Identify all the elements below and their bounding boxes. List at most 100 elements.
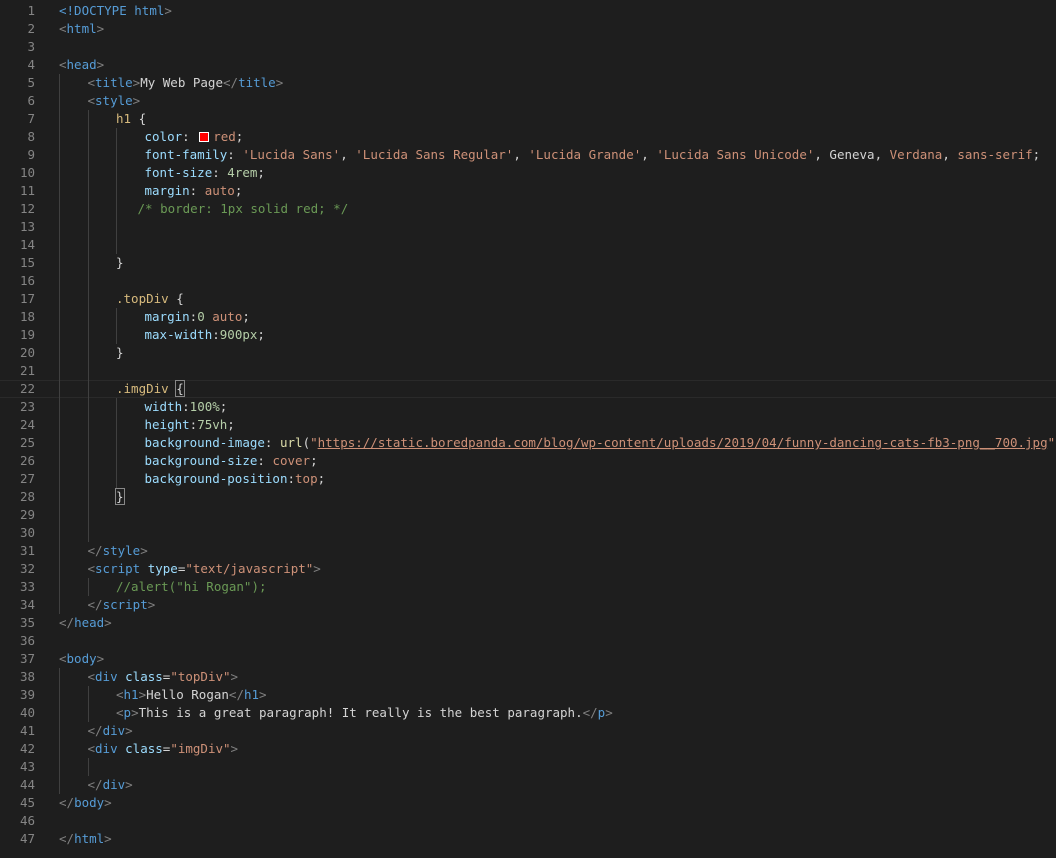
code-line[interactable]: 39 <h1>Hello Rogan</h1> bbox=[0, 686, 1056, 704]
code-text: <html> bbox=[59, 20, 104, 38]
code-line[interactable]: 30 bbox=[0, 524, 1056, 542]
property-token: color bbox=[144, 129, 183, 144]
code-line[interactable]: 14 bbox=[0, 236, 1056, 254]
value-token: sans-serif bbox=[957, 147, 1033, 162]
bracket-token: < bbox=[87, 75, 96, 90]
value-token: " bbox=[310, 435, 318, 450]
code-text: background-size: cover; bbox=[145, 452, 318, 470]
line-number: 28 bbox=[19, 489, 35, 504]
text-token: ; bbox=[257, 165, 265, 180]
text-token: : bbox=[287, 471, 296, 486]
tag-name-token: script bbox=[102, 597, 148, 612]
code-line[interactable]: 7 h1 { bbox=[0, 110, 1056, 128]
code-line[interactable]: 4 <head> bbox=[0, 56, 1056, 74]
code-line[interactable]: 11 margin: auto; bbox=[0, 182, 1056, 200]
code-line[interactable]: 10 font-size: 4rem; bbox=[0, 164, 1056, 182]
text-token: : bbox=[264, 435, 280, 450]
tag-name-token: body bbox=[74, 795, 105, 810]
text-token: , bbox=[641, 147, 657, 162]
text-token: : bbox=[212, 327, 220, 342]
code-line[interactable]: 26 background-size: cover; bbox=[0, 452, 1056, 470]
code-line[interactable]: 6 <style> bbox=[0, 92, 1056, 110]
code-line[interactable]: 35 </head> bbox=[0, 614, 1056, 632]
tag-name-token: title bbox=[95, 75, 133, 90]
code-line[interactable]: 27 background-position:top; bbox=[0, 470, 1056, 488]
url-link[interactable]: https://static.boredpanda.com/blog/wp-co… bbox=[318, 435, 1048, 450]
line-number: 32 bbox=[19, 561, 35, 576]
color-swatch[interactable] bbox=[199, 132, 210, 142]
attribute-token: type bbox=[147, 561, 178, 576]
line-number: 17 bbox=[19, 291, 35, 306]
text-token: ; bbox=[227, 417, 235, 432]
line-number: 41 bbox=[19, 723, 35, 738]
code-line[interactable]: 3 bbox=[0, 38, 1056, 56]
line-number: 45 bbox=[19, 795, 35, 810]
code-line[interactable]: 36 bbox=[0, 632, 1056, 650]
code-line[interactable]: 41 </div> bbox=[0, 722, 1056, 740]
code-line[interactable]: 29 bbox=[0, 506, 1056, 524]
code-line[interactable]: 18 margin:0 auto; bbox=[0, 308, 1056, 326]
code-text: <div class="imgDiv"> bbox=[88, 740, 239, 758]
code-line[interactable]: 22 .imgDiv { bbox=[0, 380, 1056, 398]
code-line[interactable]: 33 //alert("hi Rogan"); bbox=[0, 578, 1056, 596]
code-line[interactable]: 42 <div class="imgDiv"> bbox=[0, 740, 1056, 758]
line-number: 47 bbox=[19, 831, 35, 846]
code-line[interactable]: 20} bbox=[0, 344, 1056, 362]
code-line[interactable]: 13 bbox=[0, 218, 1056, 236]
code-line[interactable]: 9 font-family: 'Lucida Sans', 'Lucida San… bbox=[0, 146, 1056, 164]
code-line[interactable]: 8 color: red; bbox=[0, 128, 1056, 146]
indent-guide bbox=[87, 758, 89, 776]
line-number: 15 bbox=[19, 255, 35, 270]
code-line[interactable]: 32 <script type="text/javascript"> bbox=[0, 560, 1056, 578]
code-line[interactable]: 24 height:75vh; bbox=[0, 416, 1056, 434]
code-line[interactable]: 46 bbox=[0, 812, 1056, 830]
code-line[interactable]: 21 bbox=[0, 362, 1056, 380]
code-text: margin: auto; bbox=[145, 182, 243, 200]
code-line[interactable]: 28} bbox=[0, 488, 1056, 506]
code-text: <p>This is a great paragraph! It really … bbox=[116, 704, 613, 722]
code-line[interactable]: 2 <html> bbox=[0, 20, 1056, 38]
bracket-token: </ bbox=[87, 723, 103, 738]
code-text: font-size: 4rem; bbox=[145, 164, 265, 182]
code-line[interactable]: 17 .topDiv { bbox=[0, 290, 1056, 308]
value-token: 'Lucida Sans Regular' bbox=[355, 147, 514, 162]
bracket-token: > bbox=[96, 651, 105, 666]
code-line[interactable]: 43 bbox=[0, 758, 1056, 776]
bracket-token: > bbox=[131, 705, 139, 720]
code-text: <h1>Hello Rogan</h1> bbox=[116, 686, 267, 704]
line-number: 18 bbox=[19, 309, 35, 324]
indent-guide bbox=[87, 578, 89, 596]
code-line[interactable]: 45 </body> bbox=[0, 794, 1056, 812]
code-line[interactable]: 47 </html> bbox=[0, 830, 1056, 848]
code-line[interactable]: 1 <!DOCTYPE html> bbox=[0, 2, 1056, 20]
tag-name-token: title bbox=[238, 75, 276, 90]
code-line[interactable]: 23 width:100%; bbox=[0, 398, 1056, 416]
code-line[interactable]: 16 bbox=[0, 272, 1056, 290]
text-token: , bbox=[942, 147, 958, 162]
code-text: background-position:top; bbox=[145, 470, 326, 488]
line-number: 7 bbox=[27, 111, 35, 126]
bracket-token: > bbox=[138, 687, 147, 702]
code-line[interactable]: 38 <div class="topDiv"> bbox=[0, 668, 1056, 686]
code-text: </div> bbox=[88, 776, 133, 794]
code-line[interactable]: 5 <title>My Web Page</title> bbox=[0, 74, 1056, 92]
value-token: 'Lucida Sans Unicode' bbox=[656, 147, 815, 162]
line-number: 46 bbox=[19, 813, 35, 828]
bracket-token: > bbox=[230, 741, 239, 756]
line-number: 5 bbox=[27, 75, 35, 90]
code-line[interactable]: 12 /* border: 1px solid red; */ bbox=[0, 200, 1056, 218]
code-line[interactable]: 44 </div> bbox=[0, 776, 1056, 794]
code-line[interactable]: 19 max-width:900px; bbox=[0, 326, 1056, 344]
code-line[interactable]: 25 background-image: url("https://static.… bbox=[0, 434, 1056, 452]
line-number: 33 bbox=[19, 579, 35, 594]
code-line[interactable]: 34 </script> bbox=[0, 596, 1056, 614]
text-token: ( bbox=[302, 435, 311, 450]
bracket-token: </ bbox=[228, 687, 244, 702]
code-line[interactable]: 31 </style> bbox=[0, 542, 1056, 560]
code-line[interactable]: 40 <p>This is a great paragraph! It reall… bbox=[0, 704, 1056, 722]
code-line[interactable]: 15} bbox=[0, 254, 1056, 272]
property-token: max-width bbox=[144, 327, 213, 342]
code-editor[interactable]: 1 <!DOCTYPE html> 2 <html> 3 4 <head> 5 <title>M… bbox=[0, 0, 1056, 858]
code-line[interactable]: 37 <body> bbox=[0, 650, 1056, 668]
code-text: <body> bbox=[59, 650, 104, 668]
